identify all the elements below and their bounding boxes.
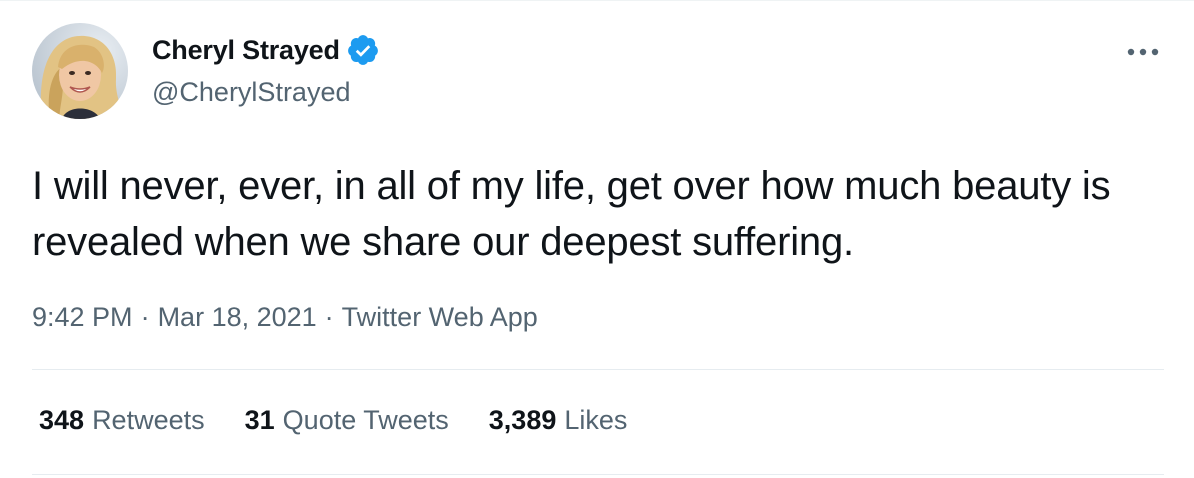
tweet-card: Cheryl Strayed @CherylStrayed I will nev… bbox=[0, 0, 1194, 478]
tweet-time[interactable]: 9:42 PM bbox=[32, 302, 133, 333]
tweet-meta: 9:42 PM · Mar 18, 2021 · Twitter Web App bbox=[32, 302, 538, 333]
retweets-stat[interactable]: 348 Retweets bbox=[39, 405, 205, 436]
meta-separator: · bbox=[140, 302, 150, 332]
retweets-count: 348 bbox=[39, 405, 85, 435]
verified-badge-icon bbox=[346, 33, 380, 67]
quote-tweets-label: Quote Tweets bbox=[282, 405, 449, 435]
more-options-icon[interactable] bbox=[1124, 37, 1162, 67]
tweet-text: I will never, ever, in all of my life, g… bbox=[32, 164, 1111, 264]
tweet-stats: 348 Retweets 31 Quote Tweets 3,389 Likes bbox=[39, 405, 667, 436]
avatar[interactable] bbox=[32, 23, 128, 119]
quote-tweets-count: 31 bbox=[244, 405, 275, 435]
avatar-image bbox=[32, 23, 128, 119]
user-handle[interactable]: @CherylStrayed bbox=[152, 77, 350, 108]
divider bbox=[32, 369, 1164, 370]
divider bbox=[32, 474, 1164, 475]
meta-separator: · bbox=[324, 302, 334, 332]
name-row: Cheryl Strayed bbox=[152, 33, 380, 67]
display-name[interactable]: Cheryl Strayed bbox=[152, 35, 340, 66]
quote-tweets-stat[interactable]: 31 Quote Tweets bbox=[245, 405, 449, 436]
tweet-source[interactable]: Twitter Web App bbox=[342, 302, 538, 333]
likes-label: Likes bbox=[564, 405, 628, 435]
likes-count: 3,389 bbox=[488, 405, 557, 435]
retweets-label: Retweets bbox=[92, 405, 205, 435]
likes-stat[interactable]: 3,389 Likes bbox=[489, 405, 628, 436]
tweet-date[interactable]: Mar 18, 2021 bbox=[158, 302, 317, 333]
tweet-header: Cheryl Strayed @CherylStrayed bbox=[32, 23, 1162, 121]
